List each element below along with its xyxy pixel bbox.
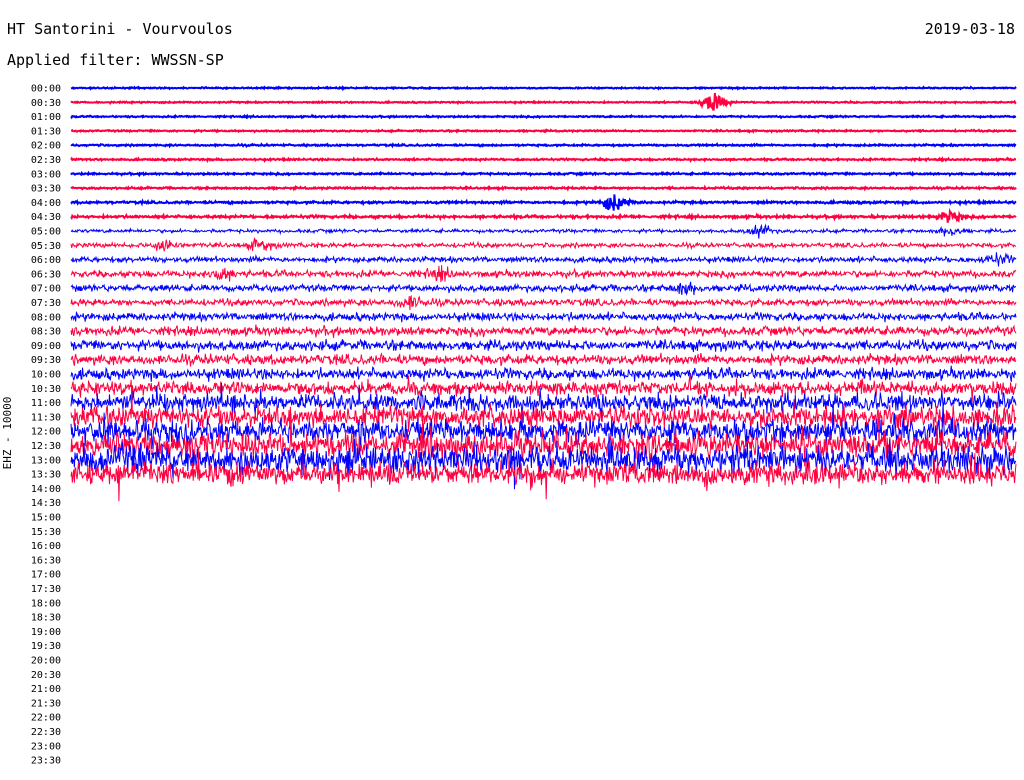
time-tick-labels: 00:00 00:30 01:00 01:30 02:00 02:30 03:00 03:30… (31, 84, 61, 767)
trace-row-0330 (70, 184, 1017, 192)
time-tick-label: 21:30 (31, 698, 61, 709)
time-tick-label: 19:30 (31, 641, 61, 652)
time-tick-label: 02:30 (31, 155, 61, 166)
time-tick-label: 04:30 (31, 212, 61, 223)
time-tick-label: 16:30 (31, 555, 61, 566)
time-tick-label: 12:00 (31, 427, 61, 438)
trace-row-0530 (70, 237, 1017, 252)
trace-row-0000 (70, 85, 1017, 92)
time-tick-label: 10:30 (31, 384, 61, 395)
time-tick-label: 07:30 (31, 298, 61, 309)
time-tick-label: 19:00 (31, 627, 61, 638)
trace-row-0430 (70, 207, 1017, 223)
time-tick-label: 23:00 (31, 741, 61, 752)
time-tick-label: 01:30 (31, 126, 61, 137)
trace-row-0400 (70, 194, 1017, 211)
time-tick-label: 05:30 (31, 241, 61, 252)
time-tick-label: 20:30 (31, 670, 61, 681)
time-tick-label: 08:00 (31, 312, 61, 323)
time-tick-label: 10:00 (31, 370, 61, 381)
time-tick-label: 23:30 (31, 756, 61, 767)
trace-row-0500 (70, 223, 1017, 239)
time-tick-label: 20:00 (31, 656, 61, 667)
time-tick-label: 12:30 (31, 441, 61, 452)
trace-row-0830 (70, 324, 1017, 338)
time-tick-label: 16:00 (31, 541, 61, 552)
trace-row-0930 (70, 352, 1017, 367)
trace-row-0130 (71, 127, 1017, 135)
trace-row-0700 (70, 281, 1017, 296)
trace-row-0800 (70, 310, 1017, 323)
time-tick-label: 17:30 (31, 584, 61, 595)
trace-row-0200 (70, 142, 1017, 149)
time-tick-label: 14:30 (31, 498, 61, 509)
time-tick-label: 07:00 (31, 284, 61, 295)
trace-row-0630 (70, 265, 1017, 283)
trace-row-1000 (70, 365, 1017, 382)
trace-row-0230 (70, 156, 1017, 164)
trace-row-0600 (70, 252, 1017, 267)
time-tick-label: 13:00 (31, 455, 61, 466)
trace-row-0100 (70, 113, 1017, 120)
time-tick-label: 00:00 (31, 84, 61, 95)
time-tick-label: 11:30 (31, 412, 61, 423)
trace-row-0300 (70, 170, 1017, 178)
trace-row-0030 (70, 92, 1017, 112)
time-tick-label: 03:00 (31, 169, 61, 180)
time-tick-label: 14:00 (31, 484, 61, 495)
time-tick-label: 15:00 (31, 513, 61, 524)
time-tick-label: 00:30 (31, 98, 61, 109)
time-tick-label: 06:30 (31, 269, 61, 280)
time-tick-label: 05:00 (31, 227, 61, 238)
trace-row-0900 (70, 338, 1017, 353)
time-tick-label: 03:30 (31, 184, 61, 195)
time-tick-label: 09:00 (31, 341, 61, 352)
time-tick-label: 18:30 (31, 613, 61, 624)
seismic-traces (70, 85, 1017, 502)
time-tick-label: 18:00 (31, 598, 61, 609)
time-tick-label: 11:00 (31, 398, 61, 409)
time-tick-label: 22:30 (31, 727, 61, 738)
time-tick-label: 22:00 (31, 713, 61, 724)
trace-row-0730 (70, 294, 1017, 311)
time-tick-label: 06:00 (31, 255, 61, 266)
time-tick-label: 02:00 (31, 141, 61, 152)
time-tick-label: 15:30 (31, 527, 61, 538)
time-tick-label: 21:00 (31, 684, 61, 695)
time-tick-label: 04:00 (31, 198, 61, 209)
time-tick-label: 09:30 (31, 355, 61, 366)
time-tick-label: 01:00 (31, 112, 61, 123)
time-tick-label: 08:30 (31, 327, 61, 338)
helicorder-plot: 00:00 00:30 01:00 01:30 02:00 02:30 03:00 03:30… (31, 84, 1017, 767)
time-tick-label: 13:30 (31, 470, 61, 481)
time-tick-label: 17:00 (31, 570, 61, 581)
